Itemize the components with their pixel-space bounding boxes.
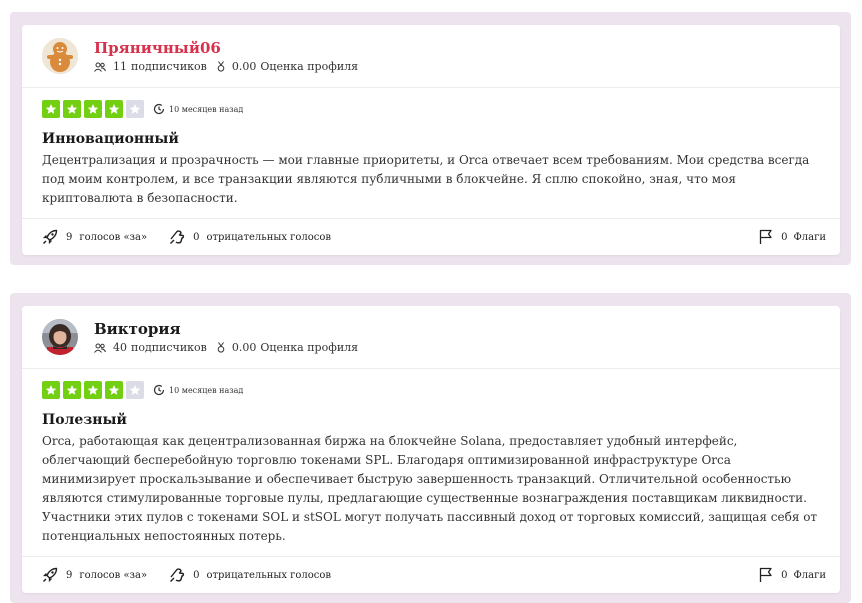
followers-count: 40 (113, 341, 127, 354)
review-time: 10 месяцев назад (153, 103, 243, 115)
star-rating: 10 месяцев назад (42, 380, 820, 400)
flag-label: Флаги (793, 569, 826, 581)
flag-icon (759, 229, 773, 245)
author-meta: 11 подписчиков 0.00 Оценка профиля (94, 60, 358, 73)
star-icon (42, 100, 60, 118)
profile-score-label: Оценка профиля (260, 60, 359, 73)
star-icon (84, 100, 102, 118)
review-footer: 9 голосов «за» 0 отрицательных голосов 0… (22, 556, 840, 593)
upvote-label: голосов «за» (79, 569, 148, 581)
followers-icon (94, 343, 106, 353)
review-card: Виктория 40 подписчиков 0.00 Оценка проф… (22, 306, 840, 593)
review-title: Полезный (42, 412, 127, 428)
downvote-button[interactable]: 0 отрицательных голосов (169, 567, 331, 583)
thumbs-down-icon (169, 567, 185, 583)
profile-score: 0.00 (231, 60, 257, 73)
time-ago: 10 месяцев назад (169, 385, 244, 395)
review-body: 10 месяцев назад Полезный Orca, работающ… (22, 369, 840, 556)
followers-label: подписчиков (131, 60, 207, 73)
upvote-count: 9 (66, 569, 73, 581)
star-icon (63, 100, 81, 118)
star-icon (105, 100, 123, 118)
star-icon (126, 100, 144, 118)
followers-icon (94, 62, 106, 72)
star-rating: 10 месяцев назад (42, 99, 820, 119)
badge-icon (217, 342, 225, 353)
review-header: Пряничный06 11 подписчиков 0.00 Оценка п… (22, 25, 840, 88)
review-title: Инновационный (42, 131, 179, 147)
downvote-count: 0 (193, 231, 200, 243)
rocket-icon (42, 229, 58, 245)
review-card: Пряничный06 11 подписчиков 0.00 Оценка п… (22, 25, 840, 255)
review-container: Пряничный06 11 подписчиков 0.00 Оценка п… (10, 12, 851, 265)
flag-count: 0 (781, 569, 788, 581)
flag-button[interactable]: 0 Флаги (759, 229, 826, 245)
review-text: Децентрализация и прозрачность — мои гла… (42, 153, 810, 205)
star-icon (63, 381, 81, 399)
review-container: Виктория 40 подписчиков 0.00 Оценка проф… (10, 293, 851, 603)
flag-label: Флаги (793, 231, 826, 243)
followers-count: 11 (113, 60, 127, 73)
clock-icon (153, 103, 165, 115)
upvote-count: 9 (66, 231, 73, 243)
profile-score: 0.00 (231, 341, 257, 354)
upvote-button[interactable]: 9 голосов «за» (42, 229, 147, 245)
author-name[interactable]: Виктория (94, 320, 358, 338)
star-icon (126, 381, 144, 399)
review-body: 10 месяцев назад Инновационный Децентрал… (22, 88, 840, 218)
review-text: Orca, работающая как децентрализованная … (42, 434, 818, 543)
star-icon (84, 381, 102, 399)
review-time: 10 месяцев назад (153, 384, 243, 396)
flag-icon (759, 567, 773, 583)
star-icon (105, 381, 123, 399)
flag-button[interactable]: 0 Флаги (759, 567, 826, 583)
flag-count: 0 (781, 231, 788, 243)
thumbs-down-icon (169, 229, 185, 245)
avatar[interactable] (42, 319, 78, 355)
author-name[interactable]: Пряничный06 (94, 39, 358, 57)
followers-label: подписчиков (131, 341, 207, 354)
downvote-label: отрицательных голосов (206, 569, 332, 581)
star-icon (42, 381, 60, 399)
downvote-count: 0 (193, 569, 200, 581)
avatar[interactable] (42, 38, 78, 74)
review-header: Виктория 40 подписчиков 0.00 Оценка проф… (22, 306, 840, 369)
review-footer: 9 голосов «за» 0 отрицательных голосов 0… (22, 218, 840, 255)
downvote-button[interactable]: 0 отрицательных голосов (169, 229, 331, 245)
badge-icon (217, 61, 225, 72)
time-ago: 10 месяцев назад (169, 104, 244, 114)
profile-score-label: Оценка профиля (260, 341, 359, 354)
upvote-label: голосов «за» (79, 231, 148, 243)
author-meta: 40 подписчиков 0.00 Оценка профиля (94, 341, 358, 354)
rocket-icon (42, 567, 58, 583)
downvote-label: отрицательных голосов (206, 231, 332, 243)
clock-icon (153, 384, 165, 396)
upvote-button[interactable]: 9 голосов «за» (42, 567, 147, 583)
